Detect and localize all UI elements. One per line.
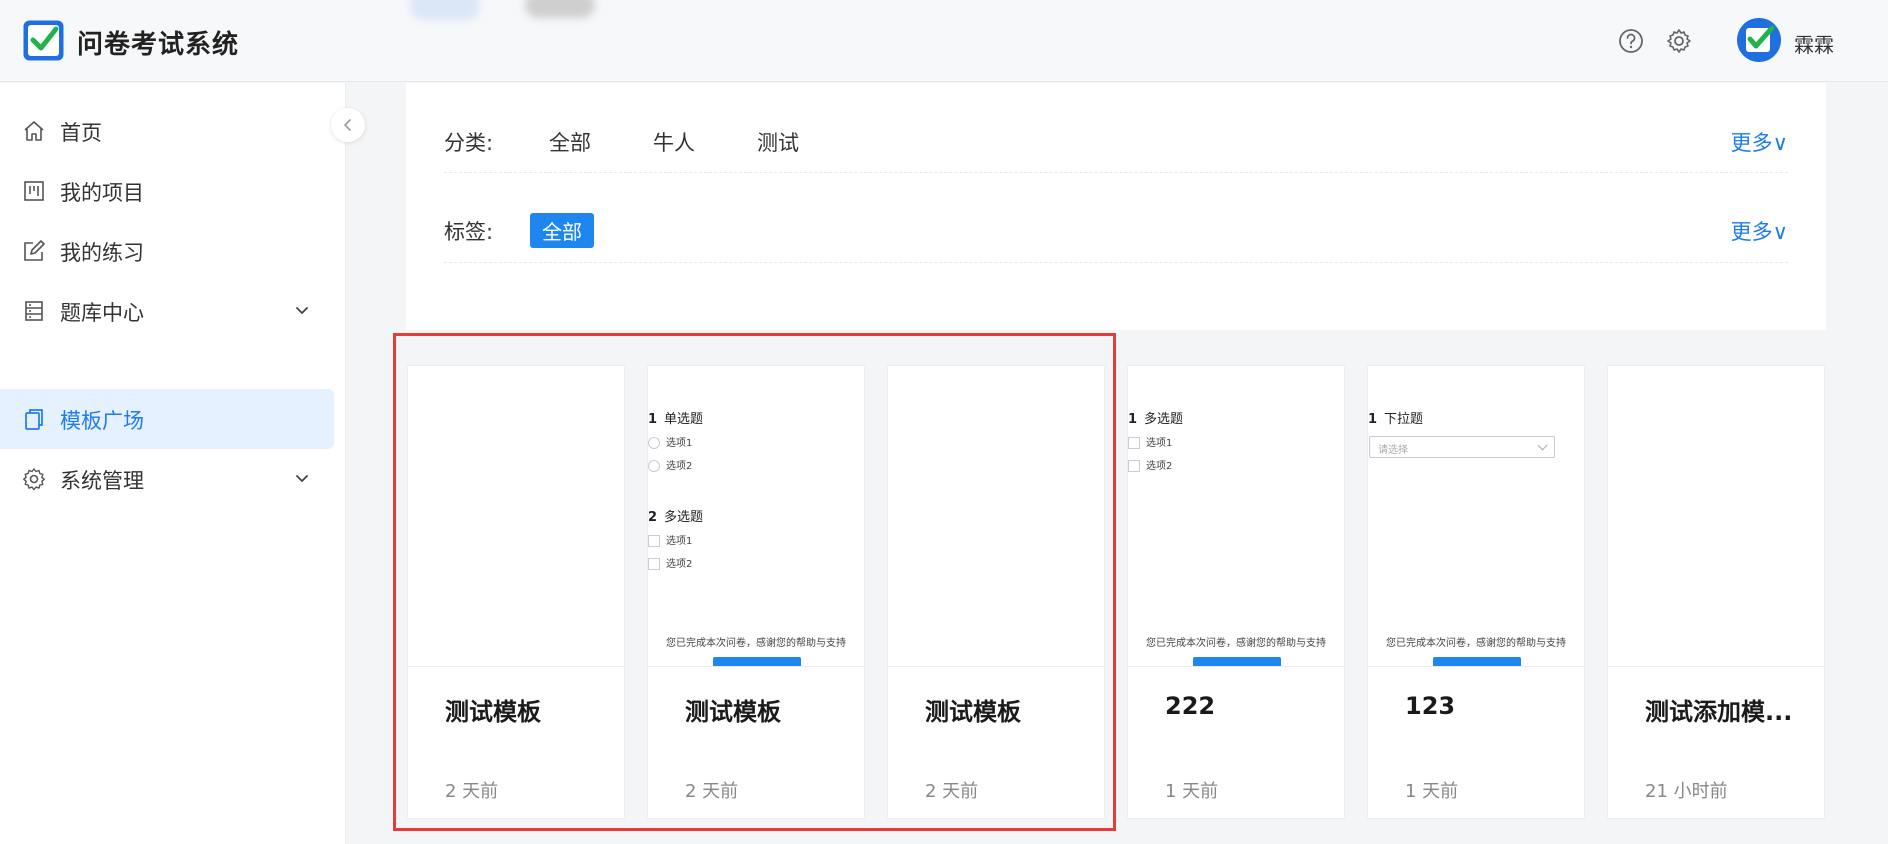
chevron-down-icon xyxy=(1537,440,1548,451)
question-title: 1 单选题 xyxy=(648,412,704,427)
top-header: 问卷考试系统 霖霖 xyxy=(0,0,1888,82)
card-title: 测试模板 xyxy=(685,698,781,726)
category-option-test[interactable]: 测试 xyxy=(757,127,799,157)
app-title: 问卷考试系统 xyxy=(77,30,240,60)
settings-icon xyxy=(23,468,45,491)
checkbox-option: 选项2 xyxy=(648,558,692,572)
chevron-left-icon xyxy=(343,119,351,131)
blurred-element xyxy=(525,0,595,18)
template-preview xyxy=(1608,366,1824,666)
card-time: 2 天前 xyxy=(685,781,739,802)
card-info: 测试模板 2 天前 xyxy=(648,666,864,818)
database-icon xyxy=(25,301,43,321)
question-title: 1 多选题 xyxy=(1128,412,1184,427)
avatar-check-icon xyxy=(1737,18,1781,62)
category-more-link[interactable]: 更多∨ xyxy=(1731,127,1788,157)
category-option-all[interactable]: 全部 xyxy=(549,127,591,157)
template-card[interactable]: 1 单选题 选项1 选项2 2 多选题 选项1 选项2 您已完成本次问卷，感谢您的帮… xyxy=(647,365,865,819)
sidebar-item-label: 我的项目 xyxy=(60,181,144,205)
checkbox-icon xyxy=(648,558,660,570)
template-preview: 1 多选题 选项1 选项2 您已完成本次问卷，感谢您的帮助与支持 xyxy=(1128,366,1344,666)
category-option-niuren[interactable]: 牛人 xyxy=(653,127,695,157)
avatar[interactable] xyxy=(1737,18,1781,62)
tag-option-all[interactable]: 全部 xyxy=(530,213,594,248)
radio-icon xyxy=(648,437,660,449)
question-title: 2 多选题 xyxy=(648,510,704,525)
user-name[interactable]: 霖霖 xyxy=(1794,29,1834,58)
category-filter-row: 分类: 全部 牛人 测试 更多∨ xyxy=(444,83,1788,173)
sidebar-item-home[interactable]: 首页 xyxy=(0,101,334,161)
chevron-down-icon xyxy=(296,307,308,315)
completion-message: 您已完成本次问卷，感谢您的帮助与支持 xyxy=(1146,638,1326,649)
preview-button xyxy=(1433,657,1521,666)
preview-button xyxy=(713,657,801,666)
card-info: 测试模板 2 天前 xyxy=(408,666,624,818)
completion-message: 您已完成本次问卷，感谢您的帮助与支持 xyxy=(1386,638,1566,649)
help-circle-icon[interactable] xyxy=(1617,27,1645,55)
sidebar-item-label: 题库中心 xyxy=(60,301,144,325)
template-preview xyxy=(408,366,624,666)
card-info: 测试添加模... 21 小时前 xyxy=(1608,666,1824,818)
home-icon xyxy=(24,121,44,141)
card-time: 21 小时前 xyxy=(1645,781,1728,802)
checkbox-icon xyxy=(648,535,660,547)
dropdown-select: 请选择 xyxy=(1369,436,1555,458)
template-card[interactable]: 1 下拉题 请选择 您已完成本次问卷，感谢您的帮助与支持 123 1 天前 xyxy=(1367,365,1585,819)
question-title: 1 下拉题 xyxy=(1368,412,1424,427)
card-time: 2 天前 xyxy=(925,781,979,802)
sidebar-item-label: 系统管理 xyxy=(60,469,144,493)
sidebar-item-template-square[interactable]: 模板广场 xyxy=(0,389,334,449)
blurred-element xyxy=(410,0,480,20)
sidebar-item-label: 首页 xyxy=(60,121,102,145)
completion-message: 您已完成本次问卷，感谢您的帮助与支持 xyxy=(666,638,846,649)
sidebar: 首页 我的项目 我的练习 题库中心 模板广场 系统管理 xyxy=(0,83,346,844)
tag-more-link[interactable]: 更多∨ xyxy=(1731,216,1788,246)
template-card[interactable]: 测试模板 2 天前 xyxy=(887,365,1105,819)
card-title: 123 xyxy=(1405,692,1456,720)
template-preview xyxy=(888,366,1104,666)
checkbox-icon xyxy=(1128,460,1140,472)
checkbox-option: 选项1 xyxy=(1128,437,1172,451)
sidebar-item-system-management[interactable]: 系统管理 xyxy=(0,449,334,509)
card-info: 222 1 天前 xyxy=(1128,666,1344,818)
card-info: 测试模板 2 天前 xyxy=(888,666,1104,818)
card-title: 测试添加模... xyxy=(1645,698,1793,726)
sidebar-item-question-bank[interactable]: 题库中心 xyxy=(0,281,334,341)
project-icon xyxy=(24,181,44,201)
template-card[interactable]: 测试添加模... 21 小时前 xyxy=(1607,365,1825,819)
template-card[interactable]: 测试模板 2 天前 xyxy=(407,365,625,819)
card-time: 1 天前 xyxy=(1165,781,1219,802)
sidebar-item-my-projects[interactable]: 我的项目 xyxy=(0,161,334,221)
sidebar-collapse-button[interactable] xyxy=(331,108,365,142)
template-preview: 1 下拉题 请选择 您已完成本次问卷，感谢您的帮助与支持 xyxy=(1368,366,1584,666)
card-title: 222 xyxy=(1165,692,1216,720)
chevron-down-icon xyxy=(296,475,308,483)
preview-button xyxy=(1193,657,1281,666)
tag-label: 标签: xyxy=(444,220,494,244)
card-time: 1 天前 xyxy=(1405,781,1459,802)
sidebar-item-label: 我的练习 xyxy=(60,241,144,265)
template-card[interactable]: 1 多选题 选项1 选项2 您已完成本次问卷，感谢您的帮助与支持 222 1 天前 xyxy=(1127,365,1345,819)
logo-icon xyxy=(23,20,64,61)
filter-panel: 分类: 全部 牛人 测试 更多∨ 标签: 全部 更多∨ xyxy=(406,83,1826,330)
radio-option: 选项2 xyxy=(648,460,692,474)
card-title: 测试模板 xyxy=(925,698,1021,726)
copy-icon xyxy=(25,409,43,430)
edit-icon xyxy=(24,240,45,261)
radio-option: 选项1 xyxy=(648,437,692,451)
template-preview: 1 单选题 选项1 选项2 2 多选题 选项1 选项2 您已完成本次问卷，感谢您的帮… xyxy=(648,366,864,666)
card-time: 2 天前 xyxy=(445,781,499,802)
card-title: 测试模板 xyxy=(445,698,541,726)
checkbox-option: 选项1 xyxy=(648,535,692,549)
checkbox-icon xyxy=(1128,437,1140,449)
category-label: 分类: xyxy=(444,131,494,155)
sidebar-item-label: 模板广场 xyxy=(60,409,144,433)
sidebar-item-my-practice[interactable]: 我的练习 xyxy=(0,221,334,281)
tag-filter-row: 标签: 全部 更多∨ xyxy=(444,173,1788,263)
radio-icon xyxy=(648,460,660,472)
checkbox-option: 选项2 xyxy=(1128,460,1172,474)
gear-icon[interactable] xyxy=(1665,27,1693,55)
card-info: 123 1 天前 xyxy=(1368,666,1584,818)
